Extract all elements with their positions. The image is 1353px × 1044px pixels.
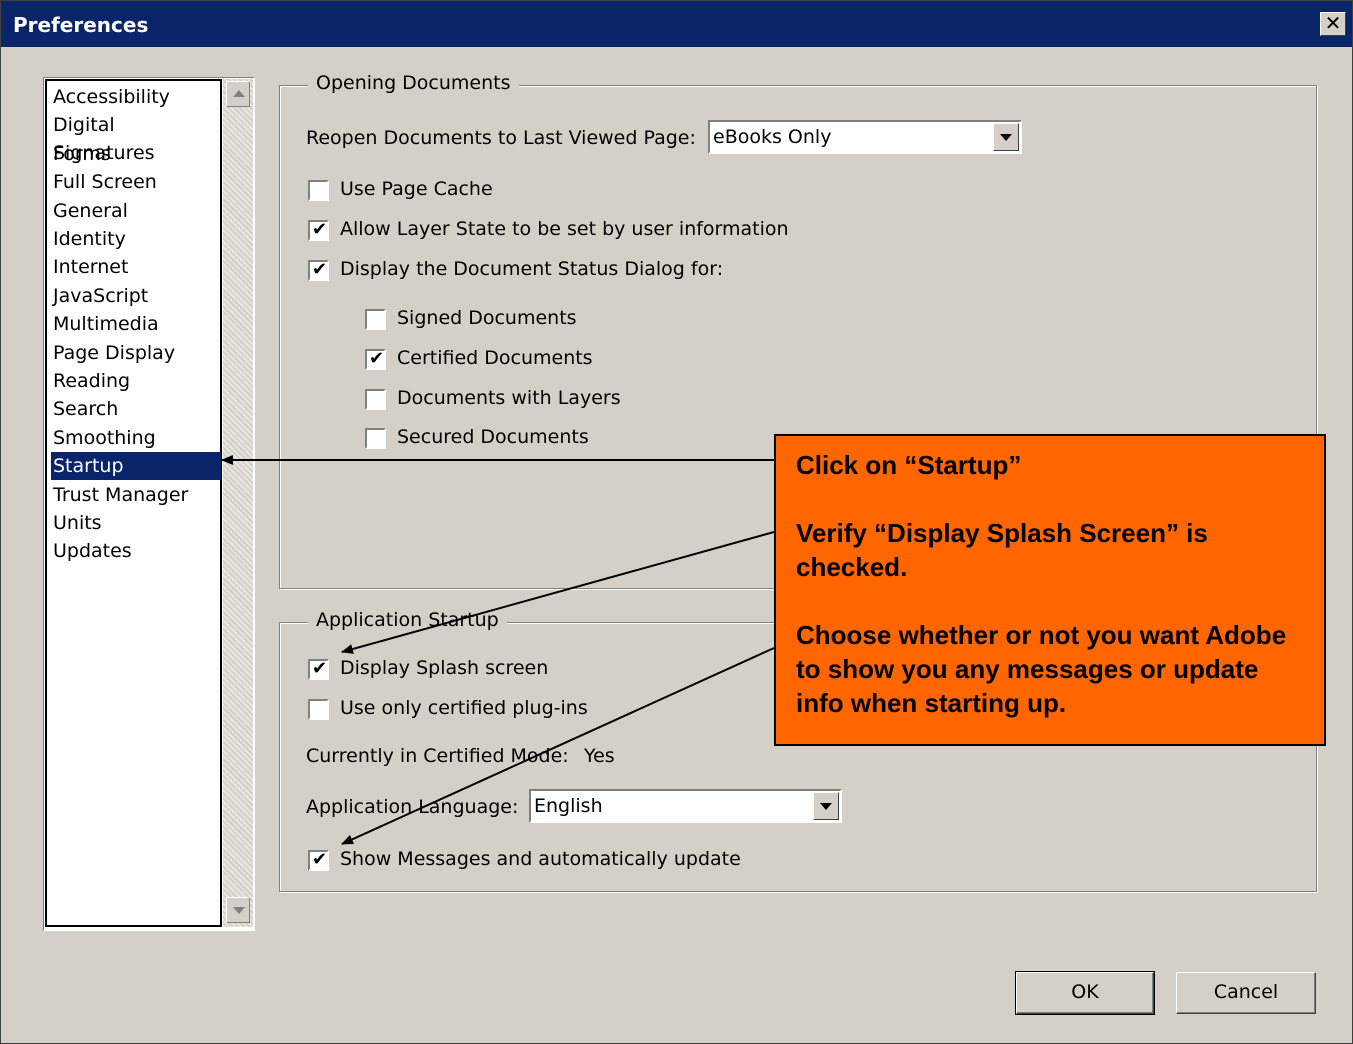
checkbox-label: Allow Layer State to be set by user info… [340, 218, 789, 240]
sidebar-item-identity[interactable]: Identity [51, 225, 221, 253]
check-icon: ✔ [312, 259, 328, 280]
sidebar-item-smoothing[interactable]: Smoothing [51, 424, 221, 452]
scroll-up-button[interactable] [226, 81, 250, 107]
group-label-opening: Opening Documents [308, 72, 519, 94]
group-label-startup: Application Startup [308, 609, 507, 631]
instruction-callout: Click on “Startup” Verify “Display Splas… [774, 434, 1326, 746]
checkbox-label: Display Splash screen [340, 657, 549, 679]
checkbox-box[interactable]: ✔ [308, 849, 329, 871]
callout-line-1: Click on “Startup” [796, 450, 1022, 480]
checkbox-label: Secured Documents [397, 426, 589, 448]
chevron-down-icon [1000, 134, 1012, 141]
sidebar-item-search[interactable]: Search [51, 395, 221, 423]
reopen-dropdown-button[interactable] [993, 123, 1019, 151]
checkbox-box[interactable] [365, 389, 386, 410]
reopen-label: Reopen Documents to Last Viewed Page: [306, 127, 696, 149]
callout-line-3: Choose whether or not you want Adobe to … [796, 620, 1287, 718]
sidebar-item-page-display[interactable]: Page Display [51, 339, 221, 367]
checkbox-box[interactable]: ✔ [365, 348, 386, 370]
sidebar-item-forms[interactable]: Forms [51, 140, 221, 168]
sidebar-item-internet[interactable]: Internet [51, 253, 221, 281]
checkbox-box[interactable]: ✔ [308, 219, 329, 241]
chevron-down-icon [820, 803, 832, 810]
scroll-down-button[interactable] [226, 897, 250, 923]
check-icon: ✔ [312, 849, 328, 870]
category-list-items: Accessibility Digital Signatures Forms Full… [45, 79, 222, 927]
callout-line-2: Verify “Display Splash Screen” is checke… [796, 518, 1208, 582]
checkbox-box[interactable]: ✔ [308, 259, 329, 281]
checkbox-label: Documents with Layers [397, 387, 621, 409]
checkbox-box[interactable] [308, 180, 329, 201]
certified-mode-value: Yes [584, 745, 615, 767]
language-select-value: English [534, 795, 603, 817]
checkbox-label: Use only certified plug-ins [340, 697, 588, 719]
sidebar-item-trust-manager[interactable]: Trust Manager [51, 481, 221, 509]
ok-button[interactable]: OK [1015, 971, 1155, 1015]
language-label: Application Language: [306, 796, 519, 818]
check-icon: ✔ [369, 348, 385, 369]
language-dropdown-button[interactable] [813, 792, 839, 820]
check-icon: ✔ [312, 658, 328, 679]
cancel-button[interactable]: Cancel [1176, 972, 1316, 1014]
checkbox-box[interactable]: ✔ [308, 658, 329, 680]
title-bar: Preferences ✕ [1, 1, 1352, 47]
reopen-select[interactable]: eBooks Only [708, 120, 1022, 154]
close-icon: ✕ [1324, 11, 1342, 35]
sidebar-item-full-screen[interactable]: Full Screen [51, 168, 221, 196]
checkbox-label: Signed Documents [397, 307, 577, 329]
sidebar-item-startup[interactable]: Startup [51, 452, 221, 481]
checkbox-label: Certified Documents [397, 347, 593, 369]
check-icon: ✔ [312, 219, 328, 240]
window-title: Preferences [13, 13, 149, 37]
arrow-down-icon [233, 907, 245, 914]
language-select[interactable]: English [529, 789, 842, 823]
certified-mode-label: Currently in Certified Mode: [306, 745, 569, 767]
checkbox-box[interactable] [308, 699, 329, 720]
sidebar-item-multimedia[interactable]: Multimedia [51, 310, 221, 338]
category-list: Accessibility Digital Signatures Forms Full… [43, 77, 255, 931]
checkbox-label: Show Messages and automatically update [340, 848, 741, 870]
sidebar-item-units[interactable]: Units [51, 509, 221, 537]
checkbox-label: Use Page Cache [340, 178, 493, 200]
sidebar-item-general[interactable]: General [51, 197, 221, 225]
reopen-select-value: eBooks Only [713, 126, 832, 148]
sidebar-item-javascript[interactable]: JavaScript [51, 282, 221, 310]
checkbox-box[interactable] [365, 428, 386, 449]
sidebar-item-reading[interactable]: Reading [51, 367, 221, 395]
close-button[interactable]: ✕ [1320, 12, 1346, 36]
checkbox-label: Display the Document Status Dialog for: [340, 258, 724, 280]
arrow-up-icon [233, 90, 245, 97]
sidebar-item-updates[interactable]: Updates [51, 537, 221, 565]
sidebar-item-digital-signatures[interactable]: Digital Signatures [51, 111, 221, 164]
sidebar-item-accessibility[interactable]: Accessibility [51, 83, 221, 111]
list-scrollbar[interactable] [223, 79, 253, 927]
checkbox-box[interactable] [365, 309, 386, 330]
